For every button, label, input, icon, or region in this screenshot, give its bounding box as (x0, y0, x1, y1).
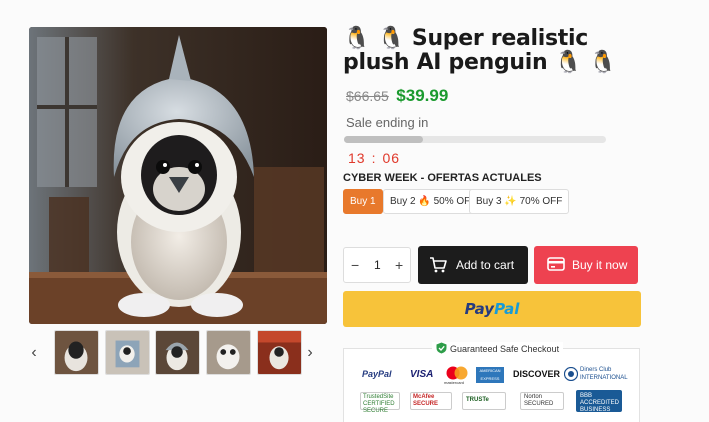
sale-ending-label: Sale ending in (346, 115, 429, 130)
paypal-payment-logo: PayPal (362, 369, 392, 379)
norton-badge: Norton SECURED (520, 392, 564, 410)
sale-progress-fill (344, 136, 423, 143)
visa-logo: VISA (410, 369, 434, 380)
sale-progress-bar (344, 136, 606, 143)
chevron-left-icon[interactable]: ‹ (26, 344, 42, 362)
paypal-logo: PayPal (464, 300, 520, 318)
thumbnail-3[interactable] (155, 330, 200, 375)
guaranteed-safe-checkout: Guaranteed Safe Checkout (432, 342, 564, 356)
countdown-separator: : (371, 150, 377, 166)
amex-logo: AMERICAN EXPRESS (476, 367, 504, 383)
credit-card-icon (547, 257, 565, 274)
quantity-increase-button[interactable]: + (395, 257, 403, 273)
product-main-image[interactable] (29, 27, 327, 324)
quantity-stepper: − 1 + (343, 247, 411, 283)
countdown-timer: 13:06 (348, 150, 400, 166)
cart-icon (429, 257, 447, 276)
mcafee-badge: McAfee SECURE (410, 392, 452, 410)
shield-check-icon (436, 342, 447, 356)
buy-now-label: Buy it now (572, 258, 628, 272)
bundle-buy-1[interactable]: Buy 1 (343, 189, 383, 214)
sale-price: $39.99 (396, 86, 449, 105)
trustedsite-badge: TrustedSite CERTIFIED SECURE (360, 392, 400, 414)
offer-heading: CYBER WEEK - OFERTAS ACTUALES (343, 172, 542, 184)
thumbnail-1[interactable] (54, 330, 99, 375)
thumbnail-2[interactable] (105, 330, 150, 375)
trust-badges-box: Guaranteed Safe Checkout PayPal VISA mas… (343, 342, 640, 422)
mastercard-logo: mastercard (444, 366, 470, 386)
thumbnail-5[interactable] (257, 330, 302, 375)
original-price: $66.65 (346, 88, 389, 104)
buy-now-button[interactable]: Buy it now (534, 246, 638, 284)
paypal-checkout-button[interactable]: PayPal (343, 291, 641, 327)
countdown-hours: 13 (348, 150, 366, 166)
countdown-minutes: 06 (382, 150, 401, 166)
quantity-decrease-button[interactable]: − (351, 257, 359, 273)
quantity-value[interactable]: 1 (374, 258, 381, 272)
discover-logo: DISCOVER (513, 369, 561, 379)
thumbnail-strip: ‹ › (22, 330, 322, 376)
bbb-badge: BBB ACCREDITED BUSINESS (576, 390, 622, 413)
product-title: 🐧 🐧 Super realistic plush AI penguin 🐧 🐧 (343, 26, 617, 75)
add-to-cart-button[interactable]: Add to cart (418, 246, 528, 284)
price-row: $66.65 $39.99 (346, 86, 448, 108)
truste-badge: TRUSTe (462, 392, 506, 410)
bundle-buy-3[interactable]: Buy 3 ✨ 70% OFF (469, 189, 570, 214)
thumbnail-4[interactable] (206, 330, 251, 375)
diners-club-logo: Diners Club INTERNATIONAL (564, 366, 628, 384)
chevron-right-icon[interactable]: › (302, 344, 318, 362)
add-to-cart-label: Add to cart (456, 258, 515, 272)
